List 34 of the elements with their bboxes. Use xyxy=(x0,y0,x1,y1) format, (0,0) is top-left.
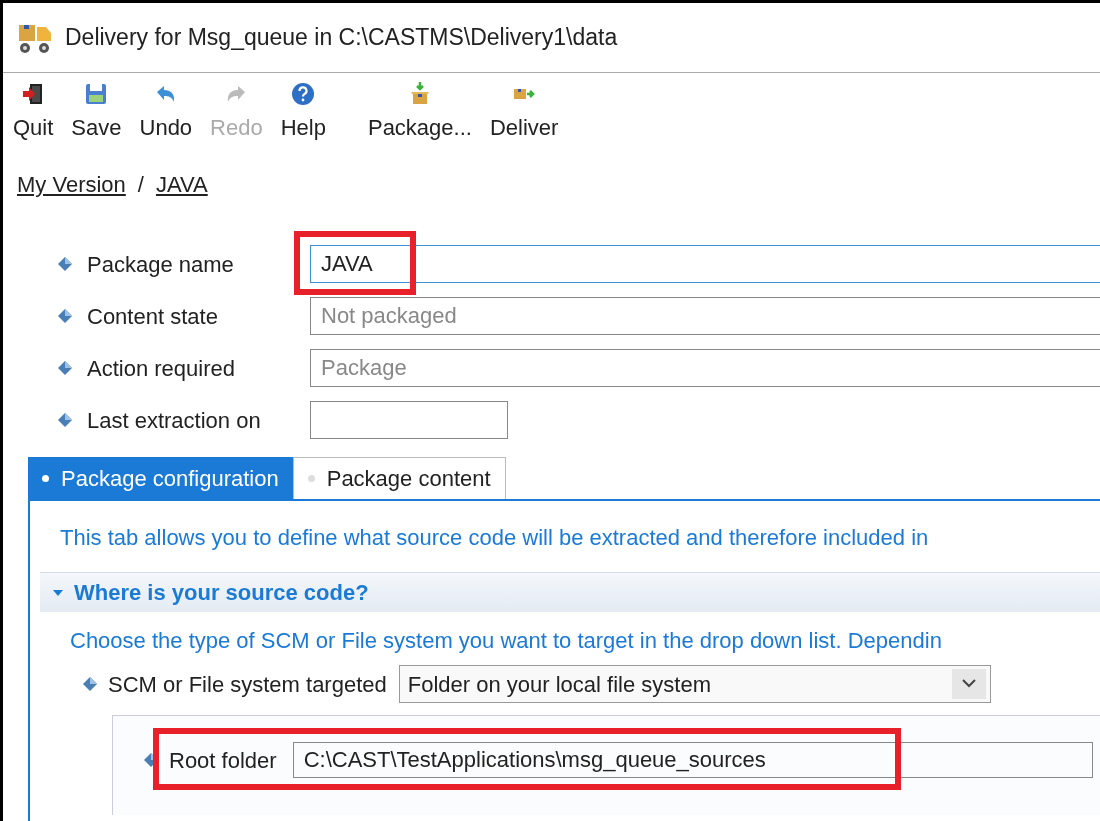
diamond-bullet-icon xyxy=(82,676,98,692)
diamond-bullet-icon xyxy=(57,360,73,376)
toolbar-button[interactable]: Help xyxy=(278,81,328,144)
field-label: Action required xyxy=(87,354,235,383)
text-field[interactable]: JAVA xyxy=(310,245,1100,283)
field-label: Package name xyxy=(87,250,234,279)
text-field[interactable] xyxy=(310,401,508,439)
breadcrumb-link[interactable]: JAVA xyxy=(155,168,208,201)
field-label: Root folder xyxy=(169,746,277,775)
diamond-bullet-icon xyxy=(57,256,73,272)
tab[interactable]: Package configuration xyxy=(28,457,294,499)
tab-description: This tab allows you to define what source code will be extracted and therefore included in xyxy=(59,524,930,552)
diamond-bullet-icon xyxy=(57,308,73,324)
text-field[interactable]: Package xyxy=(310,349,1100,387)
field-label: Content state xyxy=(87,302,218,331)
section-hint: Choose the type of SCM or File system you want to target in the drop down list. Dependin xyxy=(69,627,943,655)
tab[interactable]: Package content xyxy=(293,457,506,499)
section-title: Where is your source code? xyxy=(74,579,369,607)
dropdown[interactable]: Folder on your local file system xyxy=(398,665,991,703)
field-label: Last extraction on xyxy=(87,406,261,435)
help-icon xyxy=(290,81,317,107)
toolbar-button[interactable]: Quit xyxy=(11,81,56,144)
text-field[interactable]: C:\CAST\TestApplications\msg_queue_sources xyxy=(292,742,1093,778)
text-field[interactable]: Not packaged xyxy=(310,297,1100,335)
window-title: Delivery for Msg_queue in C:\CASTMS\Delivery1\data xyxy=(65,23,618,53)
toolbar-button[interactable]: Save xyxy=(69,81,124,144)
diamond-bullet-icon xyxy=(57,412,73,428)
toolbar-button[interactable]: Package... xyxy=(365,81,474,144)
field-label: SCM or File system targeted xyxy=(108,670,387,699)
toolbar-button[interactable]: Undo xyxy=(137,81,195,144)
toolbar-button[interactable]: Deliver xyxy=(487,81,561,144)
breadcrumb-link[interactable]: My Version xyxy=(17,168,126,201)
breadcrumb-separator: / xyxy=(137,171,144,199)
section-header[interactable]: Where is your source code? xyxy=(40,572,1100,612)
